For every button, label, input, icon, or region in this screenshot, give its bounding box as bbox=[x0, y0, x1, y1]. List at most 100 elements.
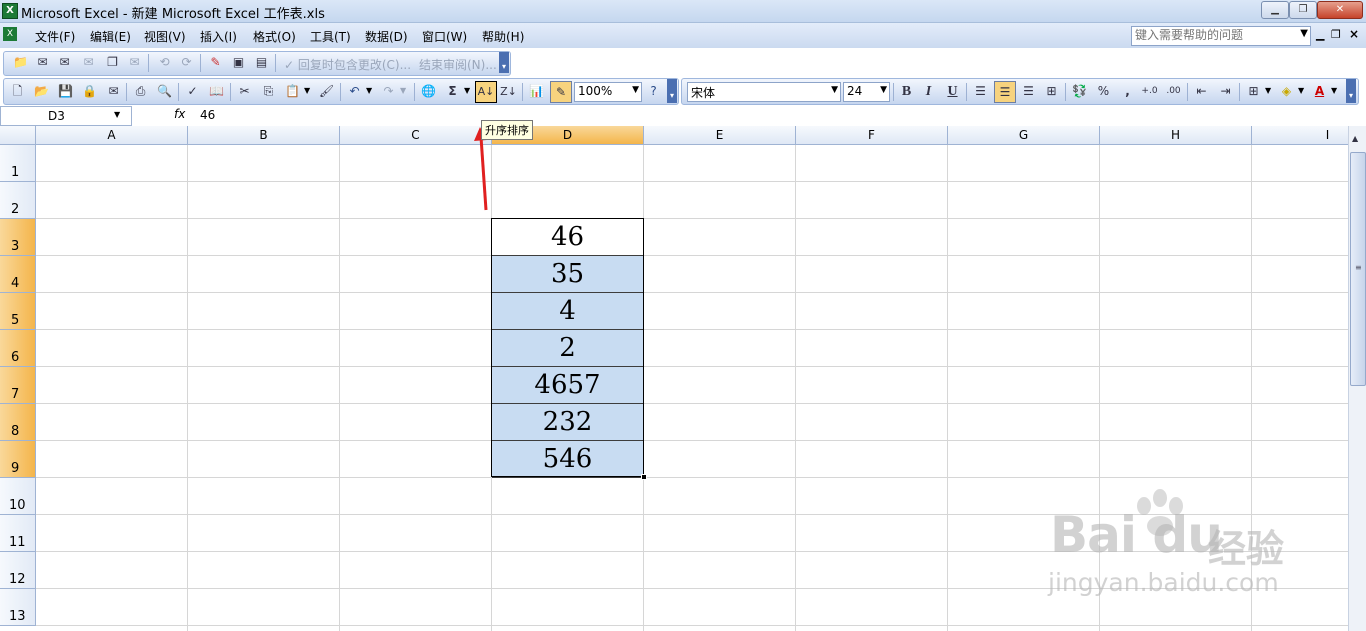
row-header-12[interactable]: 12 bbox=[0, 552, 36, 589]
row-header-7[interactable]: 7 bbox=[0, 367, 36, 404]
track2-icon[interactable]: ⟳ bbox=[178, 54, 195, 71]
formula-input[interactable]: 46 bbox=[200, 108, 215, 122]
name-box[interactable]: D3 ▼ bbox=[0, 106, 132, 126]
autosum-icon[interactable]: Σ bbox=[444, 83, 461, 100]
chevron-down-icon[interactable]: ▼ bbox=[366, 86, 372, 95]
minimize-button[interactable]: ▁ bbox=[1261, 1, 1289, 19]
row-header-10[interactable]: 10 bbox=[0, 478, 36, 515]
copy-mail-icon[interactable]: ❐ bbox=[104, 54, 121, 71]
italic-button[interactable]: I bbox=[920, 83, 937, 100]
sort-ascending-button[interactable]: A↓ bbox=[475, 81, 497, 103]
chevron-down-icon[interactable]: ▼ bbox=[1265, 86, 1271, 95]
check-icon[interactable]: ✎ bbox=[207, 54, 224, 71]
fill-handle[interactable] bbox=[641, 474, 647, 480]
redo-icon[interactable]: ↷ bbox=[380, 83, 397, 100]
column-header-b[interactable]: B bbox=[188, 126, 340, 145]
vertical-scrollbar[interactable]: ▲ ≡ bbox=[1348, 126, 1366, 631]
save-icon[interactable]: ▣ bbox=[230, 54, 247, 71]
toolbar-options-icon[interactable]: ▾ bbox=[667, 79, 677, 103]
chevron-down-icon[interactable]: ▼ bbox=[304, 86, 310, 95]
delete-mail-icon[interactable]: ✉ bbox=[126, 54, 143, 71]
underline-button[interactable]: U bbox=[944, 83, 961, 100]
font-color-icon[interactable]: A bbox=[1311, 83, 1328, 100]
row-header-6[interactable]: 6 bbox=[0, 330, 36, 367]
toolbar-options-icon[interactable]: ▾ bbox=[499, 52, 509, 73]
row-header-11[interactable]: 11 bbox=[0, 515, 36, 552]
menu-help[interactable]: 帮助(H) bbox=[482, 28, 524, 45]
column-header-i[interactable]: I bbox=[1252, 126, 1348, 145]
menu-file[interactable]: 文件(F) bbox=[35, 28, 75, 45]
decrease-indent-icon[interactable]: ⇤ bbox=[1193, 83, 1210, 100]
save-icon[interactable]: 💾 bbox=[57, 83, 74, 100]
spelling-icon[interactable]: ✓ bbox=[184, 83, 201, 100]
borders-icon[interactable]: ⊞ bbox=[1245, 83, 1262, 100]
chevron-down-icon[interactable]: ▼ bbox=[880, 85, 887, 95]
column-header-h[interactable]: H bbox=[1100, 126, 1252, 145]
help-icon[interactable]: ? bbox=[645, 83, 662, 100]
insert-function-icon[interactable]: fx bbox=[174, 107, 185, 121]
mail-gray-icon[interactable]: ✉ bbox=[80, 54, 97, 71]
help-search-box[interactable]: ▼ bbox=[1131, 26, 1311, 46]
email-icon[interactable]: ✉ bbox=[105, 83, 122, 100]
help-search-input[interactable] bbox=[1132, 27, 1295, 43]
close-button[interactable]: ✕ bbox=[1317, 1, 1363, 19]
reply-changes-button[interactable]: ✓ 回复时包含更改(C)... bbox=[284, 56, 411, 73]
chevron-down-icon[interactable]: ▼ bbox=[464, 86, 470, 95]
zoom-select[interactable]: 100% ▼ bbox=[574, 82, 642, 102]
comma-button[interactable]: , bbox=[1119, 83, 1136, 100]
fill-color-icon[interactable]: ◈ bbox=[1278, 83, 1295, 100]
row-header-5[interactable]: 5 bbox=[0, 293, 36, 330]
column-header-g[interactable]: G bbox=[948, 126, 1100, 145]
menu-insert[interactable]: 插入(I) bbox=[200, 28, 237, 45]
menu-view[interactable]: 视图(V) bbox=[144, 28, 186, 45]
select-all-corner[interactable] bbox=[0, 126, 36, 145]
doc-restore-button[interactable]: ❐ bbox=[1331, 28, 1341, 41]
research-icon[interactable]: 📖 bbox=[208, 83, 225, 100]
maximize-button[interactable]: ❐ bbox=[1289, 1, 1317, 19]
row-header-4[interactable]: 4 bbox=[0, 256, 36, 293]
percent-button[interactable]: % bbox=[1095, 83, 1112, 100]
open-icon[interactable]: 📂 bbox=[33, 83, 50, 100]
scroll-thumb[interactable]: ≡ bbox=[1350, 152, 1366, 386]
align-left-icon[interactable]: ☰ bbox=[972, 83, 989, 100]
device-icon[interactable]: ▤ bbox=[253, 54, 270, 71]
align-center-icon[interactable]: ☰ bbox=[994, 81, 1016, 103]
menu-edit[interactable]: 编辑(E) bbox=[90, 28, 131, 45]
doc-minimize-button[interactable]: ▁ bbox=[1316, 28, 1324, 41]
menu-window[interactable]: 窗口(W) bbox=[422, 28, 467, 45]
row-header-3[interactable]: 3 bbox=[0, 219, 36, 256]
increase-decimal-icon[interactable]: +.0 bbox=[1141, 83, 1158, 100]
new-icon[interactable]: 🗋 bbox=[9, 83, 26, 100]
chevron-down-icon[interactable]: ▼ bbox=[1331, 86, 1337, 95]
print-icon[interactable]: ⎙ bbox=[132, 83, 149, 100]
comment-icon[interactable]: ✉ bbox=[34, 54, 51, 71]
merge-center-icon[interactable]: ⊞ bbox=[1043, 83, 1060, 100]
chevron-down-icon[interactable]: ▼ bbox=[1300, 28, 1308, 39]
document-icon[interactable]: X bbox=[3, 27, 17, 41]
cut-icon[interactable]: ✂ bbox=[236, 83, 253, 100]
undo-icon[interactable]: ↶ bbox=[346, 83, 363, 100]
bold-button[interactable]: B bbox=[898, 83, 915, 100]
print-preview-icon[interactable]: 🔍 bbox=[156, 83, 173, 100]
row-header-8[interactable]: 8 bbox=[0, 404, 36, 441]
column-header-f[interactable]: F bbox=[796, 126, 948, 145]
font-size-select[interactable]: 24 ▼ bbox=[843, 82, 890, 102]
chevron-down-icon[interactable]: ▼ bbox=[114, 110, 120, 119]
font-select[interactable]: 宋体 ▼ bbox=[687, 82, 841, 102]
chevron-down-icon[interactable]: ▼ bbox=[632, 85, 639, 95]
column-header-e[interactable]: E bbox=[644, 126, 796, 145]
track-icon[interactable]: ⟲ bbox=[156, 54, 173, 71]
doc-close-button[interactable]: × bbox=[1349, 27, 1359, 41]
align-right-icon[interactable]: ☰ bbox=[1020, 83, 1037, 100]
excel-icon[interactable]: X bbox=[2, 3, 18, 19]
sort-descending-button[interactable]: Z↓ bbox=[500, 83, 517, 100]
toolbar-options-icon[interactable]: ▾ bbox=[1346, 79, 1356, 103]
menu-tools[interactable]: 工具(T) bbox=[310, 28, 351, 45]
increase-indent-icon[interactable]: ⇥ bbox=[1217, 83, 1234, 100]
chart-wizard-icon[interactable]: 📊 bbox=[528, 83, 545, 100]
menu-data[interactable]: 数据(D) bbox=[365, 28, 408, 45]
format-painter-icon[interactable]: 🖌 bbox=[318, 83, 335, 100]
chevron-down-icon[interactable]: ▼ bbox=[400, 86, 406, 95]
row-header-2[interactable]: 2 bbox=[0, 182, 36, 219]
folder-icon[interactable]: 📁 bbox=[12, 54, 29, 71]
